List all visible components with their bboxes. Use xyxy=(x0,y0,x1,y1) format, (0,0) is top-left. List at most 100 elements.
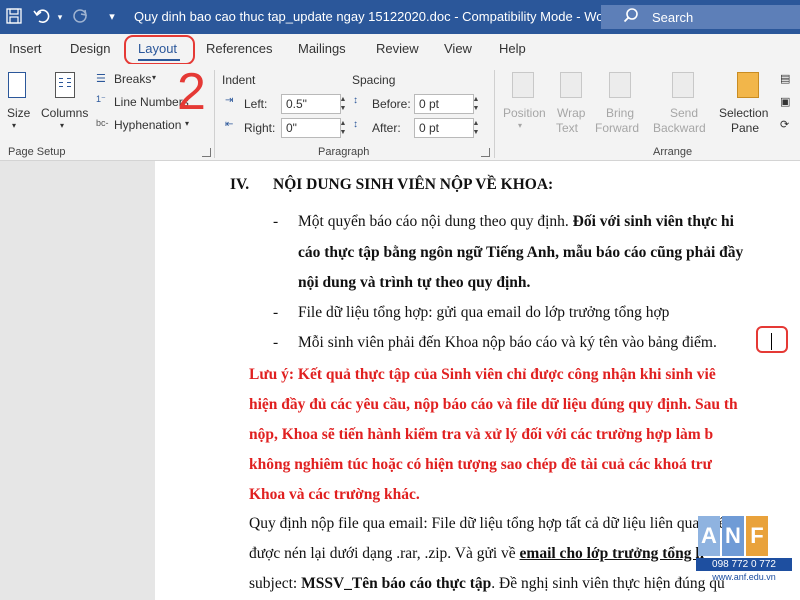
breaks-button[interactable]: Breaks xyxy=(114,72,151,86)
align-icon[interactable]: ▤ xyxy=(780,72,790,85)
indent-right-field[interactable]: 0" xyxy=(281,118,341,138)
bullet-dash: - xyxy=(273,304,279,321)
columns-icon xyxy=(55,72,75,98)
selection-pane-button-line2[interactable]: Pane xyxy=(731,121,759,135)
spacing-title: Spacing xyxy=(352,73,396,87)
note-line-2: hiện đầy đủ các yêu cầu, nộp báo cáo và … xyxy=(249,396,738,413)
send-backward-button-line1[interactable]: Send xyxy=(670,106,698,120)
watermark-letter: F xyxy=(746,516,768,556)
annotation-number-2: 2 xyxy=(177,63,206,121)
spacing-after-field[interactable]: 0 pt xyxy=(414,118,474,138)
size-icon xyxy=(8,72,26,98)
watermark-logo: A N F 098 772 0 772 www.anf.edu.vn xyxy=(696,516,792,588)
bring-forward-icon xyxy=(609,72,631,98)
watermark-letter: A xyxy=(698,516,720,556)
bullet-1-line-1: Một quyển báo cáo nội dung theo quy định… xyxy=(298,213,734,231)
undo-dropdown-icon[interactable]: ▾ xyxy=(50,7,70,27)
spacing-before-spinner-icon[interactable]: ▲ ▼ xyxy=(471,95,481,113)
paragraph-line-3: subject: MSSV_Tên báo cáo thực tập. Đề n… xyxy=(249,575,725,593)
indent-left-label: Left: xyxy=(244,97,268,111)
save-icon[interactable] xyxy=(4,7,24,27)
paragraph-line-3-text-c: . Đề nghị sinh viên thực hiện đúng qu xyxy=(491,575,725,592)
selection-pane-button-line1[interactable]: Selection xyxy=(719,106,768,120)
rotate-icon[interactable]: ⟳ xyxy=(780,118,789,131)
send-backward-button-line2[interactable]: Backward xyxy=(653,121,706,135)
arrange-group-label: Arrange xyxy=(653,146,693,158)
email-link-text: email cho lớp trưởng tổng h xyxy=(519,545,705,562)
breaks-icon: ☰ xyxy=(96,73,106,85)
customize-toolbar-icon[interactable]: ▾ xyxy=(102,7,122,27)
bullet-1-text: Một quyển báo cáo nội dung theo quy định… xyxy=(298,213,573,230)
size-button[interactable]: Size xyxy=(7,106,30,120)
tab-mailings[interactable]: Mailings xyxy=(298,41,346,56)
ribbon-layout: Size ▾ Columns ▾ ☰ Breaks ▾ 1⁻ Line Numb… xyxy=(0,64,800,161)
columns-dropdown-icon[interactable]: ▾ xyxy=(60,121,64,130)
wrap-text-button-line2[interactable]: Text xyxy=(556,121,578,135)
paragraph-launcher-icon[interactable] xyxy=(481,148,490,157)
selection-pane-icon xyxy=(737,72,759,98)
redo-icon[interactable] xyxy=(70,7,90,27)
indent-left-spinner-icon[interactable]: ▲ ▼ xyxy=(338,95,348,113)
line-numbers-icon: 1⁻ xyxy=(96,94,106,104)
heading-number: IV. xyxy=(230,176,250,193)
page-setup-launcher-icon[interactable] xyxy=(202,148,211,157)
bullet-2: File dữ liệu tổng hợp: gửi qua email do … xyxy=(298,304,670,321)
group-separator xyxy=(494,70,495,158)
paragraph-line-2-text: được nén lại dưới dạng .rar, .zip. Và gử… xyxy=(249,545,520,562)
title-bar: ▾ ▾ Quy dinh bao cao thuc tap_update nga… xyxy=(0,0,800,34)
tab-references[interactable]: References xyxy=(206,41,272,56)
watermark-website: www.anf.edu.vn xyxy=(712,572,776,582)
position-dropdown-icon[interactable]: ▾ xyxy=(518,121,522,130)
note-line-5: Khoa và các trường khác. xyxy=(249,486,420,503)
search-box[interactable]: Search xyxy=(601,5,800,29)
undo-icon[interactable] xyxy=(32,7,52,27)
wrap-text-icon xyxy=(560,72,582,98)
paragraph-line-3-text-a: subject: xyxy=(249,575,302,592)
hyphenation-button[interactable]: Hyphenation xyxy=(114,118,181,132)
bullet-1-bold-text: Đối với sinh viên thực hi xyxy=(572,213,734,230)
tab-design[interactable]: Design xyxy=(70,41,110,56)
paragraph-line-2: được nén lại dưới dạng .rar, .zip. Và gử… xyxy=(249,545,704,563)
bullet-1-line-3: nội dung và trình tự theo quy định. xyxy=(298,274,531,291)
spacing-after-label: After: xyxy=(372,121,401,135)
bullet-1-line-2: cáo thực tập bằng ngôn ngữ Tiếng Anh, mẫ… xyxy=(298,244,744,261)
indent-right-spinner-icon[interactable]: ▲ ▼ xyxy=(338,119,348,137)
indent-right-icon: ⇤ xyxy=(225,119,234,130)
note-line-1: Lưu ý: Kết quả thực tập của Sinh viên ch… xyxy=(249,366,716,383)
breaks-dropdown-icon[interactable]: ▾ xyxy=(152,73,156,82)
send-backward-icon xyxy=(672,72,694,98)
hyphenation-icon: bc- xyxy=(96,118,109,128)
indent-left-field[interactable]: 0.5" xyxy=(281,94,341,114)
watermark-phone: 098 772 0 772 xyxy=(696,558,792,571)
bring-forward-button-line1[interactable]: Bring xyxy=(606,106,634,120)
indent-left-icon: ⇥ xyxy=(225,95,234,106)
size-dropdown-icon[interactable]: ▾ xyxy=(12,121,16,130)
wrap-text-button-line1[interactable]: Wrap xyxy=(557,106,585,120)
bring-forward-button-line2[interactable]: Forward xyxy=(595,121,639,135)
bullet-3: Mỗi sinh viên phải đến Khoa nộp báo cáo … xyxy=(298,334,717,351)
group-objects-icon[interactable]: ▣ xyxy=(780,95,790,108)
spacing-before-field[interactable]: 0 pt xyxy=(414,94,474,114)
columns-button[interactable]: Columns xyxy=(41,106,88,120)
tab-insert[interactable]: Insert xyxy=(9,41,42,56)
page-setup-group-label: Page Setup xyxy=(8,146,66,158)
search-icon xyxy=(623,7,639,27)
paragraph-group-label: Paragraph xyxy=(318,146,370,158)
tab-view[interactable]: View xyxy=(444,41,472,56)
indent-right-label: Right: xyxy=(244,121,276,135)
note-line-4: không nghiêm túc hoặc có hiện tượng sao … xyxy=(249,456,712,473)
spacing-after-spinner-icon[interactable]: ▲ ▼ xyxy=(471,119,481,137)
position-button[interactable]: Position xyxy=(503,106,546,120)
ribbon-tabs: Insert Design Layout References Mailings… xyxy=(0,34,800,64)
tab-review[interactable]: Review xyxy=(376,41,419,56)
watermark-letter: N xyxy=(722,516,744,556)
window-title: Quy dinh bao cao thuc tap_update ngay 15… xyxy=(134,9,616,24)
spacing-after-icon: ↕ xyxy=(353,119,358,130)
position-icon xyxy=(512,72,534,98)
layout-tab-highlight xyxy=(124,35,195,65)
paragraph-line-3-bold: MSSV_Tên báo cáo thực tập xyxy=(301,575,492,592)
bullet-dash: - xyxy=(273,213,279,230)
document-left-margin xyxy=(0,161,155,600)
note-line-3: nộp, Khoa sẽ tiến hành kiểm tra và xử lý… xyxy=(249,426,714,443)
tab-help[interactable]: Help xyxy=(499,41,526,56)
